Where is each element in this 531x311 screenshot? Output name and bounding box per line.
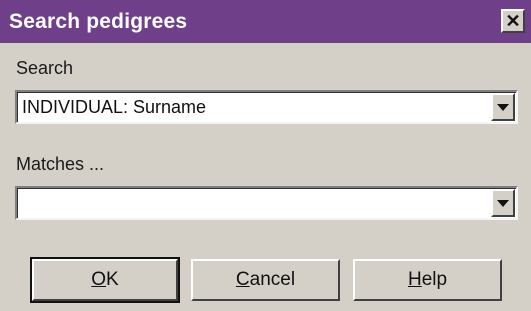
matches-label: Matches ... bbox=[16, 154, 105, 174]
cancel-mnemonic: C bbox=[235, 269, 250, 290]
title-bar[interactable]: Search pedigrees ✕ bbox=[0, 0, 531, 43]
ok-button[interactable]: OK bbox=[30, 257, 180, 303]
close-icon: ✕ bbox=[505, 11, 521, 31]
chevron-down-icon bbox=[497, 199, 509, 207]
cancel-button[interactable]: Cancel bbox=[191, 259, 340, 301]
search-dropdown-button[interactable] bbox=[491, 93, 515, 121]
close-button[interactable]: ✕ bbox=[501, 9, 525, 33]
search-pedigrees-dialog: Search pedigrees ✕ Search INDIVIDUAL: Su… bbox=[0, 0, 531, 311]
ok-mnemonic: O bbox=[91, 269, 107, 290]
chevron-down-icon bbox=[497, 103, 509, 111]
help-button[interactable]: Help bbox=[353, 259, 502, 301]
dialog-title: Search pedigrees bbox=[9, 9, 188, 33]
cancel-label-rest: ancel bbox=[249, 269, 296, 290]
search-value: INDIVIDUAL: Surname bbox=[22, 97, 207, 117]
search-combobox[interactable]: INDIVIDUAL: Surname bbox=[15, 90, 518, 124]
help-mnemonic: H bbox=[407, 269, 422, 290]
help-label-rest: elp bbox=[421, 269, 448, 290]
ok-label-rest: K bbox=[106, 269, 119, 290]
matches-dropdown-button[interactable] bbox=[491, 189, 515, 217]
search-label: Search bbox=[16, 58, 74, 78]
matches-combobox[interactable] bbox=[15, 186, 518, 220]
